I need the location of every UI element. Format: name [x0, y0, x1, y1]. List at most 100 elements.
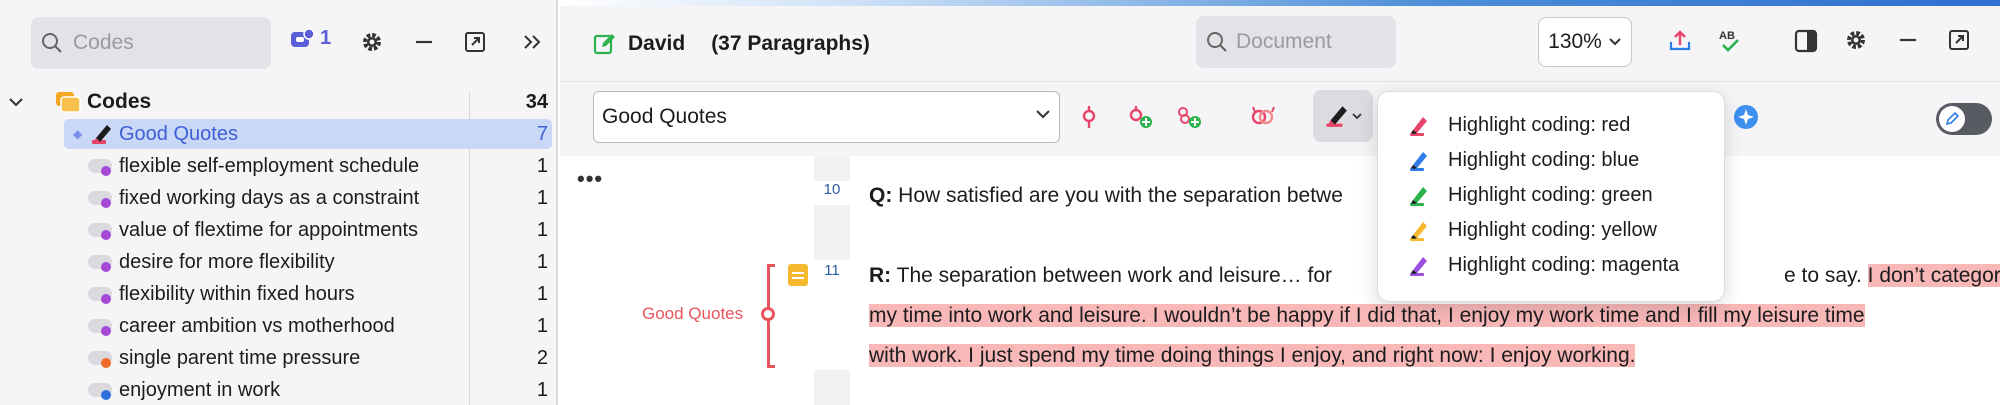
code-system-icon	[56, 92, 81, 113]
code-item-label: Good Quotes	[119, 122, 238, 145]
emoticode-button[interactable]	[1249, 104, 1279, 130]
paragraph-text-tail: e to say.	[1784, 264, 1868, 287]
menu-item-label: Highlight coding: yellow	[1448, 219, 1658, 241]
more-options-icon[interactable]: •••	[577, 166, 603, 192]
code-tree: Codes 34 ◆ Good Quotes 7 flexible self-e…	[0, 86, 556, 405]
codes-search-placeholder: Codes	[73, 31, 134, 54]
codes-panel: Codes 1 Codes 34 ◆ Good Quotes 7 flexibl…	[0, 0, 558, 405]
code-item-flexibility-within-hours[interactable]: flexibility within fixed hours 1	[0, 278, 556, 310]
menu-item-highlight-blue[interactable]: Highlight coding: blue	[1378, 143, 1724, 178]
zoom-value: 130%	[1548, 30, 1602, 53]
menu-item-highlight-red[interactable]: Highlight coding: red	[1378, 108, 1724, 143]
code-item-count: 1	[536, 218, 548, 241]
edit-mode-toggle[interactable]	[1936, 103, 1992, 135]
double-chevron-right-icon	[524, 35, 541, 49]
ai-assist-button[interactable]	[1732, 103, 1760, 131]
svg-text:AB: AB	[1719, 30, 1735, 42]
document-search-input[interactable]: Document	[1196, 16, 1396, 68]
document-popout-button[interactable]	[1947, 28, 1971, 52]
coded-segment-text: I don’t categorize	[1867, 264, 2000, 287]
code-item-count: 1	[536, 314, 548, 337]
minimize-button[interactable]	[414, 30, 434, 54]
gear-icon	[1847, 31, 1865, 49]
menu-item-highlight-yellow[interactable]: Highlight coding: yellow	[1378, 213, 1724, 248]
code-color-dot	[101, 390, 111, 400]
codes-search-input[interactable]: Codes	[31, 17, 271, 69]
paragraph-text: e to say. I don’t categorize	[1784, 256, 2000, 296]
code-item-count: 1	[536, 154, 548, 177]
edit-document-icon[interactable]	[592, 32, 616, 56]
document-header: David (37 Paragraphs) Document 130% AB	[560, 6, 2000, 82]
coding-toolbar: Good Quotes	[560, 82, 2000, 156]
search-icon	[42, 33, 62, 53]
chevron-down-icon[interactable]	[8, 95, 24, 109]
paragraph-number-value: 11	[824, 262, 840, 279]
edit-mode-knob	[1939, 106, 1965, 132]
popout-button[interactable]	[463, 30, 487, 54]
menu-item-highlight-magenta[interactable]: Highlight coding: magenta	[1378, 248, 1724, 283]
code-item-count: 1	[536, 378, 548, 401]
code-color-dot	[101, 358, 111, 368]
code-color-dot	[101, 166, 111, 176]
popout-icon	[1949, 30, 1969, 50]
code-item-fixed-working-days[interactable]: fixed working days as a constraint 1	[0, 182, 556, 214]
code-filter-button[interactable]: 1	[290, 27, 331, 50]
minus-icon	[416, 40, 432, 44]
code-item-label: career ambition vs motherhood	[119, 314, 395, 337]
code-color-dot	[101, 326, 111, 336]
document-minimize-button[interactable]	[1898, 28, 1918, 52]
highlight-coding-menu: Highlight coding: red Highlight coding: …	[1377, 91, 1725, 302]
collapsed-diamond-icon: ◆	[73, 127, 83, 141]
spellcheck-icon: AB	[1719, 30, 1739, 52]
code-item-career-ambition[interactable]: career ambition vs motherhood 1	[0, 310, 556, 342]
coding-stripe-label[interactable]: Good Quotes	[642, 304, 743, 324]
chevron-down-icon	[1609, 38, 1621, 46]
paragraph-text: How satisfied are you with the separatio…	[892, 184, 1343, 207]
coding-stripe-handle[interactable]	[761, 307, 775, 321]
code-color-dot	[101, 230, 111, 240]
highlighter-red-icon	[1410, 116, 1427, 136]
highlighter-green-icon	[1410, 186, 1427, 206]
collapse-panel-button[interactable]	[521, 30, 543, 54]
menu-item-highlight-green[interactable]: Highlight coding: green	[1378, 178, 1724, 213]
code-item-desire-for-flexibility[interactable]: desire for more flexibility 1	[0, 246, 556, 278]
document-settings-button[interactable]	[1844, 28, 1868, 52]
highlight-coding-button[interactable]	[1313, 90, 1373, 142]
settings-button[interactable]	[360, 30, 384, 54]
code-color-dot	[101, 294, 111, 304]
code-select[interactable]: Good Quotes	[593, 91, 1060, 143]
paragraph-line: my time into work and leisure. I wouldn’…	[869, 296, 1989, 336]
sparkle-badge-icon	[1734, 105, 1758, 129]
highlighter-blue-icon	[1410, 151, 1427, 171]
paragraph-number: 11	[814, 260, 850, 370]
code-item-flexible-self-employment[interactable]: flexible self-employment schedule 1	[0, 150, 556, 182]
highlighter-yellow-icon	[1410, 221, 1427, 241]
memo-icon[interactable]	[788, 264, 808, 286]
zoom-select[interactable]: 130%	[1538, 17, 1632, 67]
code-color-dot	[101, 262, 111, 272]
export-button[interactable]	[1667, 28, 1693, 54]
add-code-icon	[1129, 106, 1152, 128]
code-item-enjoyment-in-work[interactable]: enjoyment in work 1	[0, 374, 556, 405]
code-item-count: 7	[536, 122, 548, 145]
code-item-value-of-flextime[interactable]: value of flextime for appointments 1	[0, 214, 556, 246]
code-tree-root[interactable]: Codes 34	[0, 86, 556, 118]
speaker-prefix: R:	[869, 264, 892, 287]
toggle-sidebar-button[interactable]	[1793, 28, 1819, 54]
code-item-good-quotes[interactable]: ◆ Good Quotes 7	[0, 118, 556, 150]
code-with-selected-button[interactable]	[1077, 104, 1101, 130]
new-code-button[interactable]	[1126, 104, 1154, 130]
paragraph-count: (37 Paragraphs)	[711, 32, 870, 55]
highlighter-pen-icon	[1326, 106, 1347, 127]
code-item-label: desire for more flexibility	[119, 250, 335, 273]
code-filter-icon	[291, 27, 315, 47]
code-item-single-parent[interactable]: single parent time pressure 2	[0, 342, 556, 374]
new-subcode-button[interactable]	[1175, 104, 1203, 130]
code-tree-root-count: 34	[525, 90, 548, 113]
code-item-label: flexibility within fixed hours	[119, 282, 355, 305]
spellcheck-button[interactable]: AB	[1717, 28, 1745, 54]
highlighter-magenta-icon	[1410, 256, 1427, 276]
document-browser: David (37 Paragraphs) Document 130% AB G…	[560, 0, 2000, 405]
menu-item-label: Highlight coding: blue	[1448, 149, 1640, 171]
export-icon	[1669, 30, 1691, 51]
